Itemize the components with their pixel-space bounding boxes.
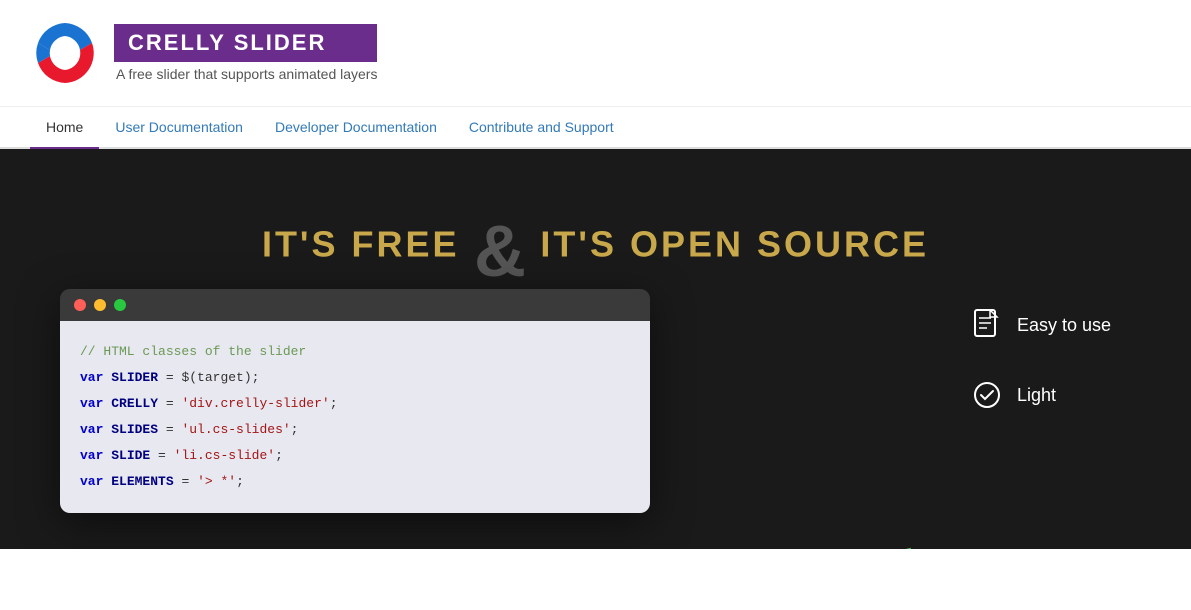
nav-item-developer-docs[interactable]: Developer Documentation: [259, 107, 453, 149]
code-body: // HTML classes of the slider var SLIDER…: [60, 321, 650, 513]
dot-green: [114, 299, 126, 311]
logo-icon: [30, 18, 100, 88]
header: CRELLY SLIDER A free slider that support…: [0, 0, 1191, 107]
logo-text-block: CRELLY SLIDER A free slider that support…: [114, 24, 377, 82]
logo-subtitle: A free slider that supports animated lay…: [114, 66, 377, 82]
dot-yellow: [94, 299, 106, 311]
code-line5: var ELEMENTS = '> *';: [80, 469, 630, 495]
code-line4: var SLIDE = 'li.cs-slide';: [80, 443, 630, 469]
feature-easy-to-use: Easy to use: [973, 309, 1111, 341]
code-line2: var CRELLY = 'div.crelly-slider';: [80, 391, 630, 417]
curved-arrow: [801, 539, 931, 549]
hero-free-text: IT'S FREE: [262, 223, 460, 264]
logo-title: CRELLY SLIDER: [114, 24, 377, 62]
hero-section: IT'S FREE & IT'S OPEN SOURCE // HTML cla…: [0, 149, 1191, 549]
code-window: // HTML classes of the slider var SLIDER…: [60, 289, 650, 513]
code-line1: var SLIDER = $(target);: [80, 365, 630, 391]
logo-container: CRELLY SLIDER A free slider that support…: [30, 18, 377, 88]
document-icon: [973, 309, 1001, 341]
feature-light: Light: [973, 381, 1111, 409]
nav-item-user-docs[interactable]: User Documentation: [99, 107, 259, 149]
feature-easy-label: Easy to use: [1017, 315, 1111, 336]
main-nav: Home User Documentation Developer Docume…: [0, 107, 1191, 149]
hero-title: IT'S FREE & IT'S OPEN SOURCE: [60, 209, 1131, 295]
nav-item-contribute[interactable]: Contribute and Support: [453, 107, 630, 149]
features-panel: Easy to use Light: [973, 309, 1111, 409]
code-comment: // HTML classes of the slider: [80, 339, 630, 365]
check-circle-icon: [973, 381, 1001, 409]
feature-light-label: Light: [1017, 385, 1056, 406]
code-line3: var SLIDES = 'ul.cs-slides';: [80, 417, 630, 443]
hero-open-text: IT'S OPEN SOURCE: [540, 223, 929, 264]
dot-red: [74, 299, 86, 311]
code-window-titlebar: [60, 289, 650, 321]
nav-item-home[interactable]: Home: [30, 107, 99, 149]
hero-amp: &: [474, 212, 526, 292]
